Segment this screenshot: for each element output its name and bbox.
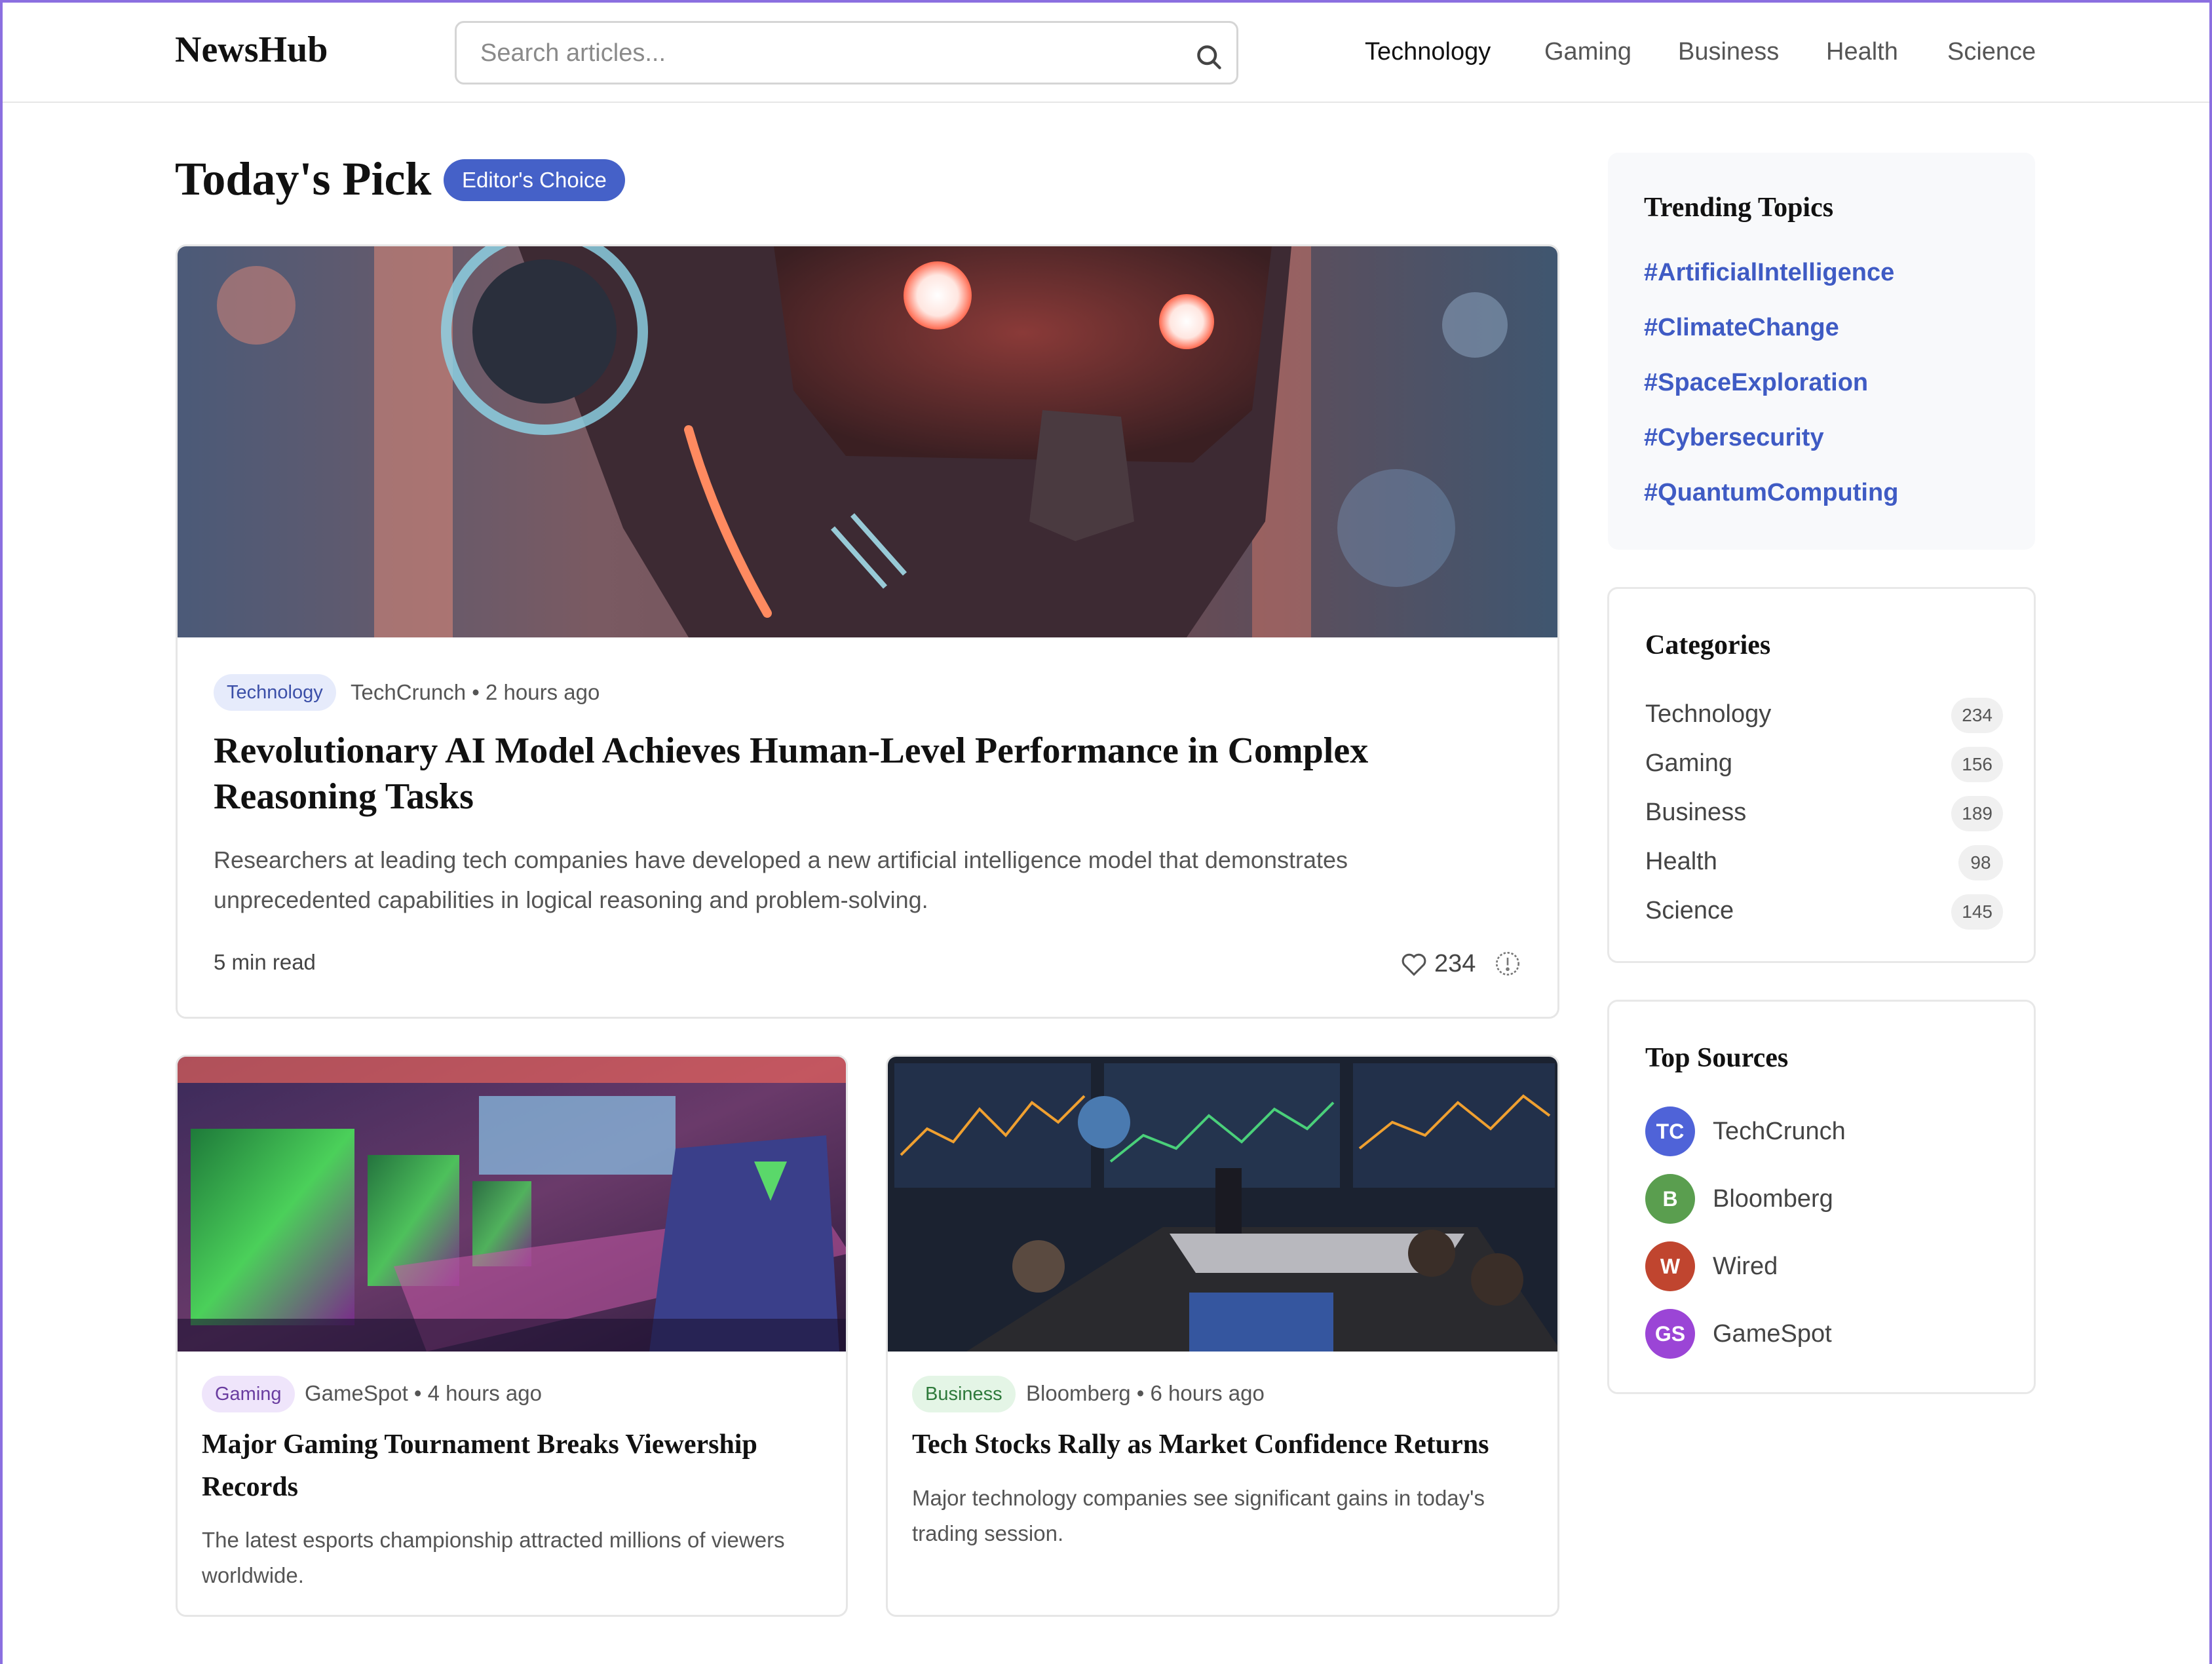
meta-separator: •: [413, 1381, 428, 1405]
avatar: TC: [1645, 1106, 1695, 1156]
featured-article-image[interactable]: [178, 246, 1557, 637]
trading-room-image: [888, 1057, 1557, 1352]
category-item-health[interactable]: Health 98: [1645, 842, 2003, 882]
article-meta: Bloomberg • 6 hours ago: [1026, 1381, 1265, 1406]
categories-title: Categories: [1645, 630, 1771, 660]
heart-icon[interactable]: [1400, 952, 1428, 977]
timestamp: 4 hours ago: [427, 1381, 542, 1405]
article-excerpt: Major technology companies see significa…: [912, 1486, 1485, 1545]
nav-gaming[interactable]: Gaming: [1544, 38, 1631, 66]
category-count: 234: [1951, 698, 2003, 733]
avatar: B: [1645, 1174, 1695, 1224]
nav-technology[interactable]: Technology: [1365, 38, 1491, 66]
meta-separator: •: [1136, 1381, 1151, 1405]
source-name[interactable]: Bloomberg: [1026, 1381, 1131, 1405]
article-meta: GameSpot • 4 hours ago: [305, 1381, 542, 1406]
nav-business[interactable]: Business: [1678, 38, 1779, 66]
categories-panel: Categories Technology 234 Gaming 156 Bus…: [1607, 587, 2036, 963]
trending-topics-panel: Trending Topics #ArtificialIntelligence …: [1608, 153, 2035, 550]
category-name: Gaming: [1645, 749, 1733, 777]
timestamp: 6 hours ago: [1150, 1381, 1265, 1405]
read-time: 5 min read: [214, 950, 316, 974]
source-item-bloomberg[interactable]: B Bloomberg: [1645, 1174, 2003, 1224]
category-name: Science: [1645, 897, 1734, 924]
category-item-science[interactable]: Science 145: [1645, 892, 2003, 931]
source-name: TechCrunch: [1713, 1118, 1846, 1145]
featured-article-card[interactable]: Technology TechCrunch • 2 hours ago Revo…: [176, 244, 1559, 1019]
gaming-arena-image: [178, 1057, 846, 1352]
page-title: Today's Pick: [175, 153, 432, 205]
sources-title: Top Sources: [1645, 1043, 1789, 1073]
category-name: Health: [1645, 848, 1717, 875]
category-name: Technology: [1645, 700, 1772, 728]
search-box[interactable]: [455, 21, 1238, 85]
source-name: Wired: [1713, 1253, 1778, 1280]
like-count: 234: [1434, 950, 1476, 977]
article-card-gaming[interactable]: Gaming GameSpot • 4 hours ago Major Gami…: [176, 1055, 848, 1617]
category-count: 189: [1951, 796, 2003, 831]
avatar: W: [1645, 1241, 1695, 1291]
article-headline[interactable]: Major Gaming Tournament Breaks Viewershi…: [202, 1424, 811, 1509]
top-sources-panel: Top Sources TC TechCrunch B Bloomberg W …: [1607, 1000, 2036, 1394]
site-logo[interactable]: NewsHub: [175, 29, 328, 71]
article-image-gaming[interactable]: [178, 1057, 846, 1352]
category-item-business[interactable]: Business 189: [1645, 793, 2003, 833]
article-headline[interactable]: Tech Stocks Rally as Market Confidence R…: [912, 1424, 1541, 1466]
article-meta: TechCrunch • 2 hours ago: [351, 680, 600, 705]
avatar: GS: [1645, 1309, 1695, 1359]
nav-health[interactable]: Health: [1826, 38, 1898, 66]
category-item-technology[interactable]: Technology 234: [1645, 695, 2003, 734]
source-item-gamespot[interactable]: GS GameSpot: [1645, 1309, 2003, 1359]
source-name: GameSpot: [1713, 1320, 1832, 1348]
article-excerpt: The latest esports championship attracte…: [202, 1528, 785, 1587]
source-item-techcrunch[interactable]: TC TechCrunch: [1645, 1106, 2003, 1156]
editors-choice-badge: Editor's Choice: [444, 159, 625, 201]
source-name[interactable]: TechCrunch: [351, 680, 466, 704]
article-card-business[interactable]: Business Bloomberg • 6 hours ago Tech St…: [886, 1055, 1559, 1617]
topic-link[interactable]: #ArtificialIntelligence: [1644, 259, 1894, 287]
topic-link[interactable]: #QuantumComputing: [1644, 479, 1898, 507]
nav-science[interactable]: Science: [1947, 38, 2036, 66]
report-icon[interactable]: [1495, 951, 1521, 977]
category-tag[interactable]: Technology: [214, 674, 336, 711]
category-name: Business: [1645, 799, 1747, 826]
meta-separator: •: [472, 680, 486, 704]
category-item-gaming[interactable]: Gaming 156: [1645, 744, 2003, 784]
featured-excerpt: Researchers at leading tech companies ha…: [214, 846, 1348, 913]
robot-image: [178, 246, 1557, 637]
search-input[interactable]: [480, 35, 1149, 71]
topic-link[interactable]: #ClimateChange: [1644, 314, 1839, 342]
category-tag[interactable]: Business: [912, 1376, 1016, 1412]
source-name[interactable]: GameSpot: [305, 1381, 408, 1405]
search-icon[interactable]: [1194, 43, 1223, 71]
category-count: 145: [1951, 894, 2003, 930]
category-tag[interactable]: Gaming: [202, 1376, 295, 1412]
timestamp: 2 hours ago: [486, 680, 600, 704]
category-count: 98: [1958, 845, 2003, 880]
article-image-business[interactable]: [888, 1057, 1557, 1352]
source-item-wired[interactable]: W Wired: [1645, 1241, 2003, 1291]
topic-link[interactable]: #Cybersecurity: [1644, 424, 1824, 452]
top-header: NewsHub Technology Gaming Business Healt…: [0, 0, 2212, 103]
category-count: 156: [1951, 747, 2003, 782]
trending-title: Trending Topics: [1644, 193, 1834, 223]
source-name: Bloomberg: [1713, 1185, 1833, 1213]
topic-link[interactable]: #SpaceExploration: [1644, 369, 1868, 397]
featured-headline[interactable]: Revolutionary AI Model Achieves Human-Le…: [214, 728, 1498, 820]
